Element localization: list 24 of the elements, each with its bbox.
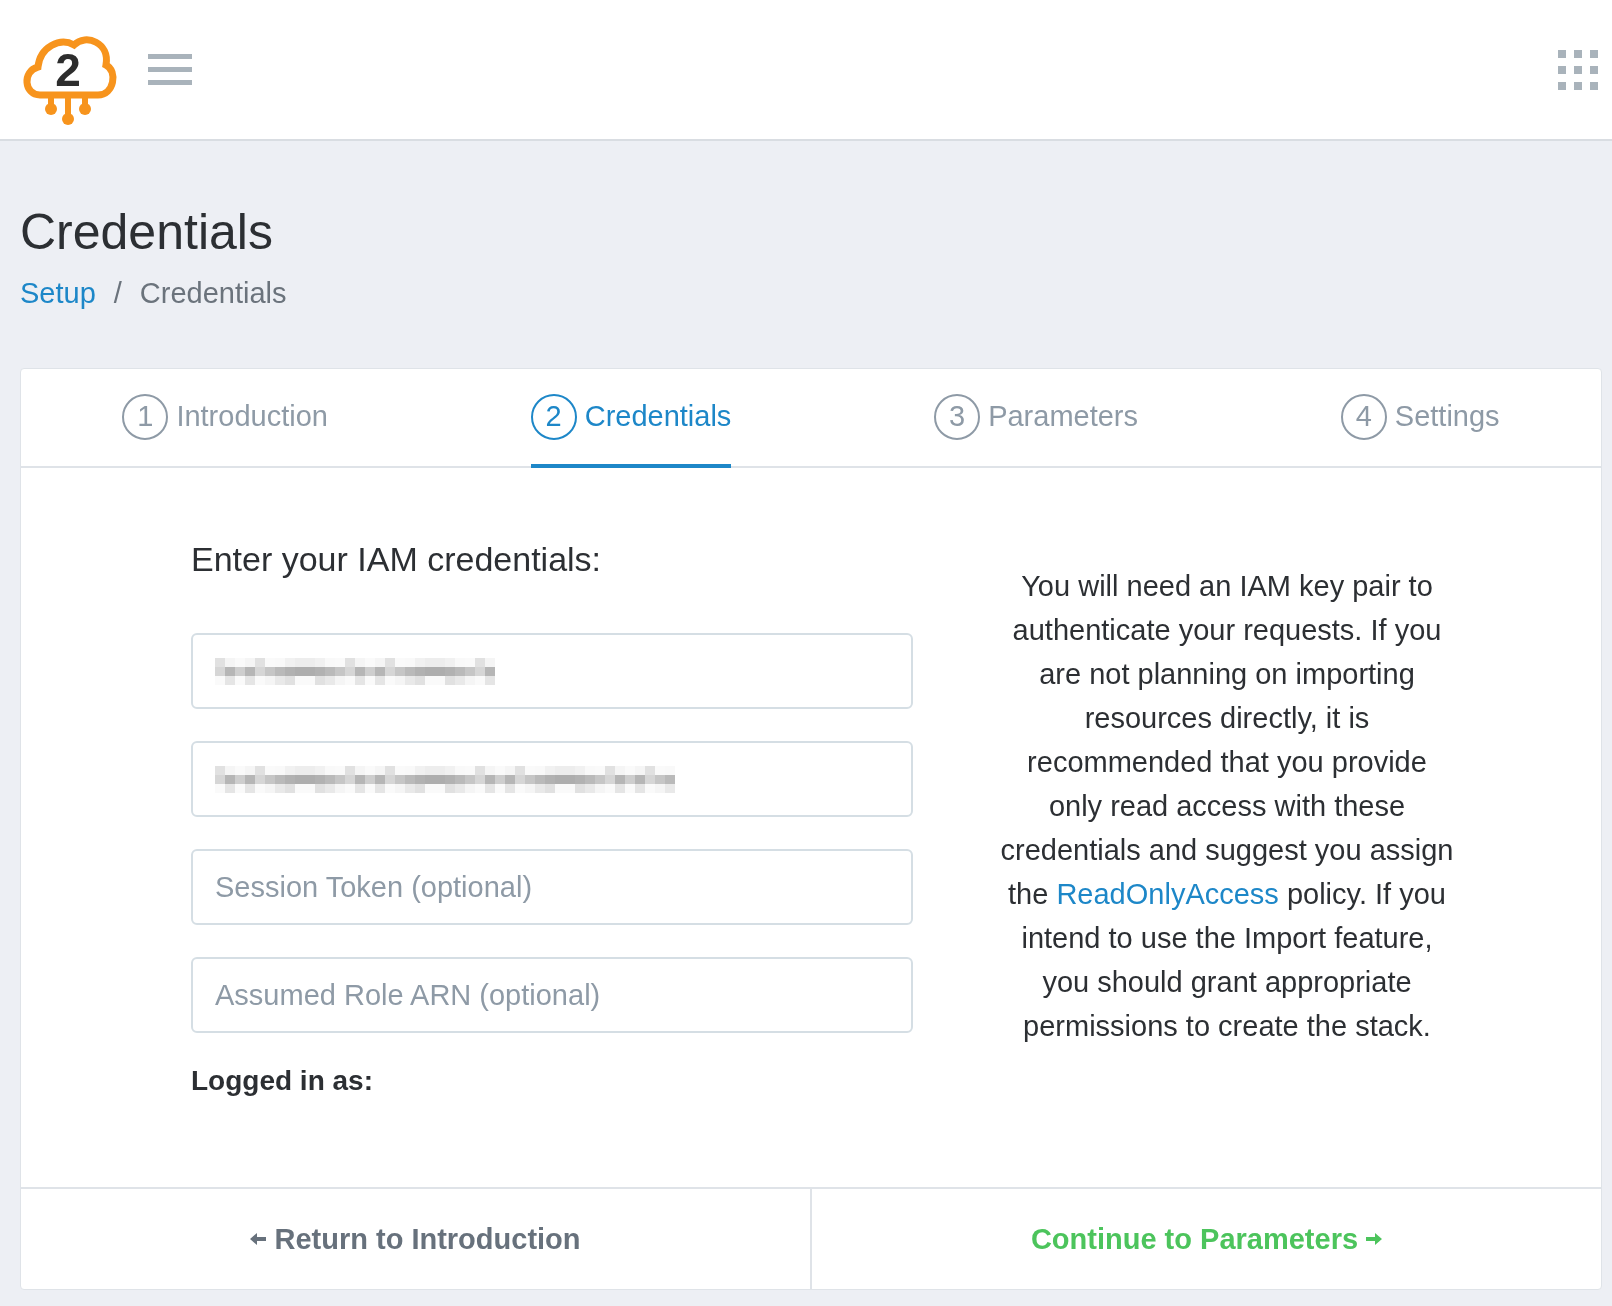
back-button[interactable]: Return to Introduction: [21, 1189, 812, 1289]
step-tab[interactable]: 2 Credentials: [530, 369, 732, 468]
arrow-right-icon: [1366, 1233, 1383, 1245]
breadcrumb-separator: /: [113, 277, 122, 310]
policy-link[interactable]: ReadOnlyAccess: [1056, 878, 1279, 910]
pixelated-text-icon: [215, 657, 495, 685]
page-title: Credentials: [20, 203, 274, 261]
breadcrumb-current: Credentials: [139, 277, 287, 310]
arrow-left-icon: [250, 1233, 267, 1245]
logged-in-label: Logged in as:: [191, 1065, 374, 1097]
help-text: You will need an IAM key pair to authenticate your requests. If you are not planning on importing resources directly, it is recommended that you provide only read access with these credentials and suggest you assign the ReadOnlyAccess policy. If you intend to use the Import feature, you should grant appropriate permissions to create the stack.: [999, 569, 1455, 1044]
pixelated-text-icon: [215, 765, 675, 793]
step-tab[interactable]: 3 Parameters: [934, 369, 1139, 468]
step-tab[interactable]: 4 Settings: [1340, 369, 1500, 468]
input-field[interactable]: Assumed Role ARN (optional): [191, 957, 913, 1033]
input-field[interactable]: Session Token (optional): [191, 849, 913, 925]
breadcrumb-link[interactable]: Setup: [20, 277, 96, 310]
menu-icon[interactable]: [148, 51, 192, 88]
step-tab[interactable]: 1 Introduction: [122, 369, 328, 468]
redacted-input-field[interactable]: [191, 633, 913, 709]
apps-grid-icon[interactable]: [1558, 49, 1598, 90]
redacted-input-field[interactable]: [191, 741, 913, 817]
form-heading: Enter your IAM credentials:: [191, 540, 603, 579]
continue-button[interactable]: Continue to Parameters: [812, 1189, 1601, 1289]
